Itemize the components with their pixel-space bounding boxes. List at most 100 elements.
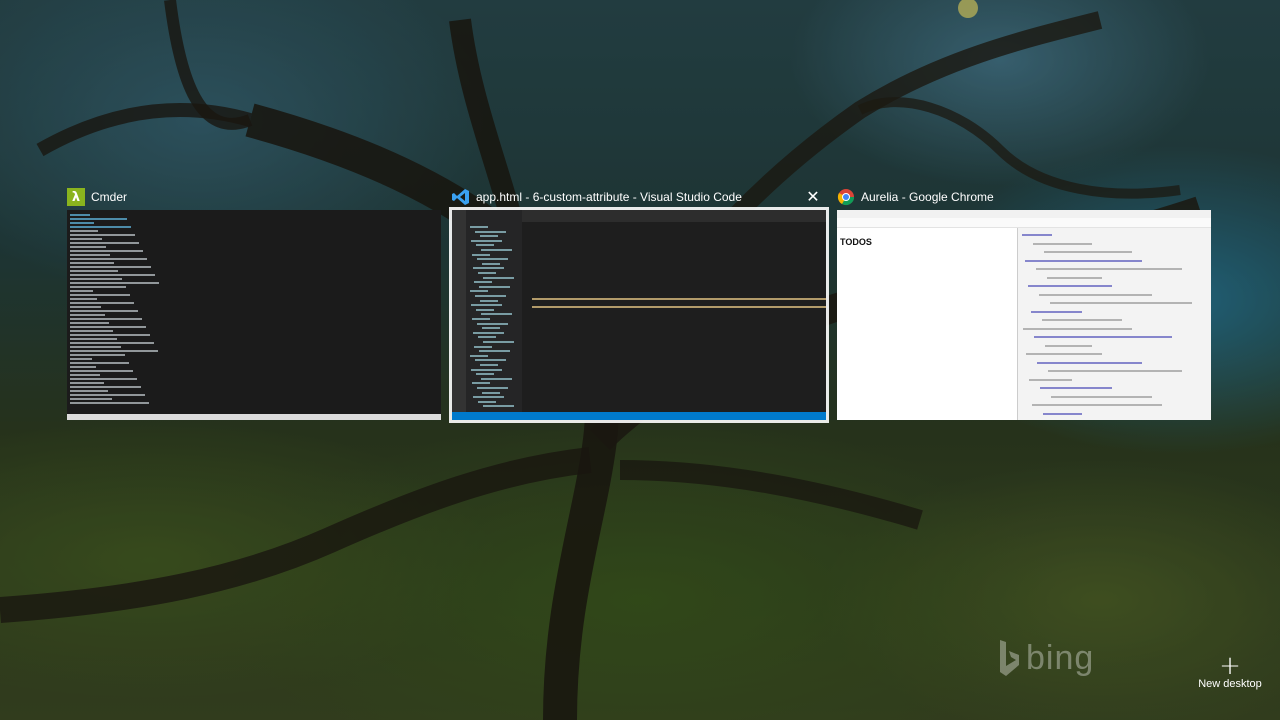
- explorer-item: [474, 345, 492, 348]
- terminal-text-line: [70, 402, 149, 404]
- new-desktop-button[interactable]: + New desktop: [1196, 653, 1264, 690]
- explorer-item: [473, 267, 504, 270]
- terminal-text-line: [70, 330, 113, 332]
- explorer-item: [478, 272, 496, 274]
- explorer-item: [476, 244, 494, 247]
- terminal-text-line: [70, 374, 100, 376]
- terminal-text-line: [70, 350, 158, 352]
- explorer-item: [475, 359, 506, 362]
- code-line: [532, 298, 826, 300]
- page-viewport: TODOS: [837, 228, 1017, 420]
- explorer-item: [479, 285, 510, 288]
- terminal-text-line: [70, 234, 135, 236]
- window-cmder[interactable]: λ Cmder: [67, 184, 441, 420]
- explorer-item: [470, 290, 488, 293]
- terminal-text-line: [70, 322, 109, 324]
- terminal-text-line: [70, 242, 139, 244]
- explorer-item: [481, 249, 512, 251]
- devtools-line: [1028, 285, 1112, 287]
- devtools-line: [1047, 276, 1102, 279]
- terminal-text-line: [70, 250, 143, 252]
- explorer-item: [475, 230, 506, 233]
- explorer-item: [470, 226, 488, 228]
- devtools-line: [1042, 319, 1122, 321]
- window-header[interactable]: λ Cmder: [67, 184, 441, 210]
- terminal-text-line: [70, 290, 93, 292]
- terminal-text-line: [70, 354, 125, 356]
- window-title: Cmder: [91, 190, 128, 204]
- explorer-item: [483, 276, 514, 279]
- lambda-icon: λ: [67, 188, 85, 206]
- terminal-text-line: [70, 326, 146, 328]
- devtools-line: [1029, 378, 1072, 381]
- terminal-status-bar: [67, 414, 441, 420]
- status-bar: [452, 412, 826, 420]
- window-title: app.html - 6-custom-attribute - Visual S…: [476, 190, 742, 204]
- devtools-line: [1032, 404, 1162, 406]
- terminal-text-line: [70, 334, 150, 336]
- terminal-text-line: [70, 278, 122, 280]
- devtools-line: [1048, 370, 1182, 372]
- explorer-item: [473, 331, 504, 334]
- devtools-line: [1045, 344, 1092, 347]
- terminal-text-line: [70, 378, 137, 380]
- terminal-text-line: [70, 314, 105, 316]
- explorer-item: [474, 281, 492, 284]
- close-icon[interactable]: ✕: [804, 188, 822, 206]
- terminal-text-line: [70, 238, 102, 240]
- new-desktop-label: New desktop: [1198, 678, 1262, 690]
- terminal-text-line: [70, 214, 90, 216]
- terminal-text-line: [70, 362, 129, 364]
- bing-logo-icon: [1000, 640, 1019, 676]
- window-header[interactable]: Aurelia - Google Chrome: [837, 184, 1211, 210]
- terminal-text-line: [70, 310, 138, 312]
- terminal-text-line: [70, 274, 155, 276]
- devtools-line: [1034, 336, 1172, 338]
- activity-bar: [452, 210, 466, 412]
- terminal-text-line: [70, 386, 141, 388]
- terminal-text-line: [70, 286, 126, 288]
- chrome-icon: [837, 188, 855, 206]
- address-bar: [837, 218, 1211, 228]
- window-thumbnail[interactable]: [449, 207, 829, 423]
- window-vscode[interactable]: app.html - 6-custom-attribute - Visual S…: [449, 184, 829, 423]
- devtools-panel: [1017, 228, 1211, 420]
- window-thumbnail[interactable]: TODOS: [837, 210, 1211, 420]
- terminal-text-line: [70, 246, 106, 248]
- explorer-item: [470, 354, 488, 357]
- window-title: Aurelia - Google Chrome: [861, 190, 994, 204]
- devtools-line: [1033, 242, 1092, 245]
- window-chrome[interactable]: Aurelia - Google Chrome TODOS: [837, 184, 1211, 420]
- devtools-line: [1031, 310, 1082, 313]
- terminal-text-line: [70, 306, 101, 308]
- window-thumbnail[interactable]: [67, 210, 441, 420]
- terminal-text-line: [70, 270, 118, 272]
- devtools-line: [1037, 361, 1142, 364]
- devtools-line: [1040, 387, 1112, 389]
- terminal-text-line: [70, 390, 108, 392]
- window-header[interactable]: app.html - 6-custom-attribute - Visual S…: [452, 184, 826, 210]
- devtools-line: [1022, 234, 1052, 236]
- explorer-item: [472, 382, 490, 385]
- terminal-text-line: [70, 382, 104, 384]
- devtools-line: [1044, 251, 1132, 253]
- explorer-item: [475, 295, 506, 297]
- bing-watermark: bing: [998, 638, 1094, 678]
- explorer-item: [480, 235, 498, 238]
- terminal-text-line: [70, 266, 151, 268]
- explorer-item: [481, 377, 512, 380]
- terminal-text-line: [70, 230, 98, 232]
- explorer-item: [473, 396, 504, 399]
- terminal-text-line: [70, 346, 121, 348]
- terminal-text-line: [70, 342, 154, 344]
- explorer-item: [480, 299, 498, 302]
- explorer-item: [480, 364, 498, 366]
- devtools-line: [1039, 293, 1152, 296]
- terminal-text-line: [70, 262, 114, 264]
- explorer-item: [479, 350, 510, 353]
- explorer-item: [471, 239, 502, 242]
- devtools-line: [1023, 327, 1132, 330]
- devtools-line: [1043, 412, 1082, 415]
- code-line: [532, 306, 826, 308]
- explorer-item: [477, 258, 508, 261]
